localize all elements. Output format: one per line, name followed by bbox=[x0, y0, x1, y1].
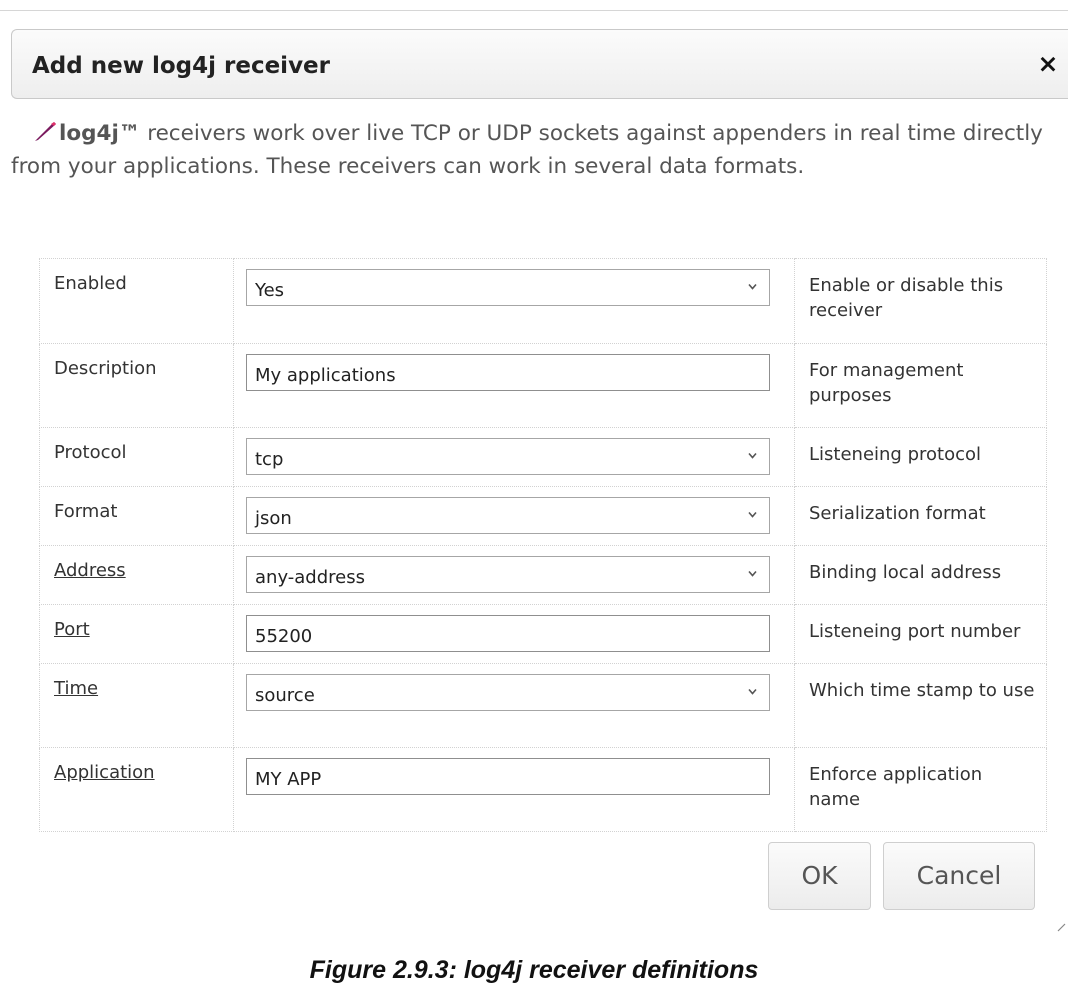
field-hint: Listeneing protocol bbox=[794, 427, 1047, 487]
field-label: Enabled bbox=[54, 273, 127, 294]
field-select[interactable]: json bbox=[246, 497, 770, 534]
chevron-down-icon[interactable] bbox=[748, 510, 757, 519]
field-label-link[interactable]: Address bbox=[54, 560, 126, 581]
receiver-form: Enabled Yes Enable or disable this receive… bbox=[39, 258, 1047, 832]
field-hint: Enable or disable this receiver bbox=[794, 258, 1047, 344]
cancel-button[interactable]: Cancel bbox=[883, 842, 1035, 910]
field-hint: Serialization format bbox=[794, 486, 1047, 546]
field-control-cell: MY APP bbox=[233, 747, 795, 832]
field-label-link[interactable]: Port bbox=[54, 619, 90, 640]
field-value: source bbox=[255, 685, 315, 706]
field-value: tcp bbox=[255, 449, 284, 470]
field-control-cell: json bbox=[233, 486, 795, 546]
field-label-cell: Enabled bbox=[39, 258, 234, 344]
field-hint: Enforce application name bbox=[794, 747, 1047, 832]
intro-body: receivers work over live TCP or UDP sock… bbox=[11, 121, 1043, 179]
form-row: Time source Which time stamp to use bbox=[39, 663, 1047, 748]
field-label: Description bbox=[54, 358, 157, 379]
field-value: json bbox=[255, 508, 292, 529]
field-hint: For management purposes bbox=[794, 343, 1047, 428]
close-icon[interactable]: × bbox=[1036, 51, 1060, 77]
quill-icon bbox=[35, 122, 56, 141]
field-select[interactable]: any-address bbox=[246, 556, 770, 593]
intro-text: log4j™ receivers work over live TCP or U… bbox=[11, 117, 1051, 183]
form-row: Description My applications For management… bbox=[39, 343, 1047, 428]
figure-caption: Figure 2.9.3: log4j receiver definitions bbox=[309, 956, 759, 984]
resize-grip-icon[interactable] bbox=[1056, 922, 1066, 932]
form-row: Format json Serialization format bbox=[39, 486, 1047, 546]
field-value: any-address bbox=[255, 567, 365, 588]
field-label-link[interactable]: Time bbox=[54, 678, 98, 699]
field-control-cell: tcp bbox=[233, 427, 795, 487]
form-row: Enabled Yes Enable or disable this receive… bbox=[39, 258, 1047, 344]
field-control-cell: 55200 bbox=[233, 604, 795, 664]
form-row: Port 55200 Listeneing port number bbox=[39, 604, 1047, 664]
field-value: My applications bbox=[255, 365, 396, 386]
field-hint: Binding local address bbox=[794, 545, 1047, 605]
field-control-cell: source bbox=[233, 663, 795, 748]
field-hint: Listeneing port number bbox=[794, 604, 1047, 664]
field-label-cell: Address bbox=[39, 545, 234, 605]
ok-button[interactable]: OK bbox=[768, 842, 871, 910]
chevron-down-icon[interactable] bbox=[748, 569, 757, 578]
form-row: Application MY APP Enforce application nam… bbox=[39, 747, 1047, 832]
field-label-link[interactable]: Application bbox=[54, 762, 155, 783]
field-value: MY APP bbox=[255, 769, 322, 790]
form-row: Protocol tcp Listeneing protocol bbox=[39, 427, 1047, 487]
field-label-cell: Protocol bbox=[39, 427, 234, 487]
field-label: Protocol bbox=[54, 442, 127, 463]
field-hint: Which time stamp to use bbox=[794, 663, 1047, 748]
field-label-cell: Time bbox=[39, 663, 234, 748]
field-control-cell: Yes bbox=[233, 258, 795, 344]
field-label: Format bbox=[54, 501, 118, 522]
field-select[interactable]: tcp bbox=[246, 438, 770, 475]
field-control-cell: My applications bbox=[233, 343, 795, 428]
field-control-cell: any-address bbox=[233, 545, 795, 605]
field-label-cell: Port bbox=[39, 604, 234, 664]
dialog-title: Add new log4j receiver bbox=[32, 53, 331, 79]
field-label-cell: Format bbox=[39, 486, 234, 546]
field-label-cell: Description bbox=[39, 343, 234, 428]
chevron-down-icon[interactable] bbox=[748, 282, 757, 291]
field-input[interactable]: MY APP bbox=[246, 758, 770, 795]
field-value: 55200 bbox=[255, 626, 313, 647]
form-row: Address any-address Binding local address bbox=[39, 545, 1047, 605]
field-select[interactable]: source bbox=[246, 674, 770, 711]
chevron-down-icon[interactable] bbox=[748, 451, 757, 460]
field-input[interactable]: 55200 bbox=[246, 615, 770, 652]
field-select[interactable]: Yes bbox=[246, 269, 770, 306]
field-value: Yes bbox=[255, 280, 285, 301]
chevron-down-icon[interactable] bbox=[748, 687, 757, 696]
field-input[interactable]: My applications bbox=[246, 354, 770, 391]
brand-name: log4j™ bbox=[59, 121, 141, 146]
field-label-cell: Application bbox=[39, 747, 234, 832]
